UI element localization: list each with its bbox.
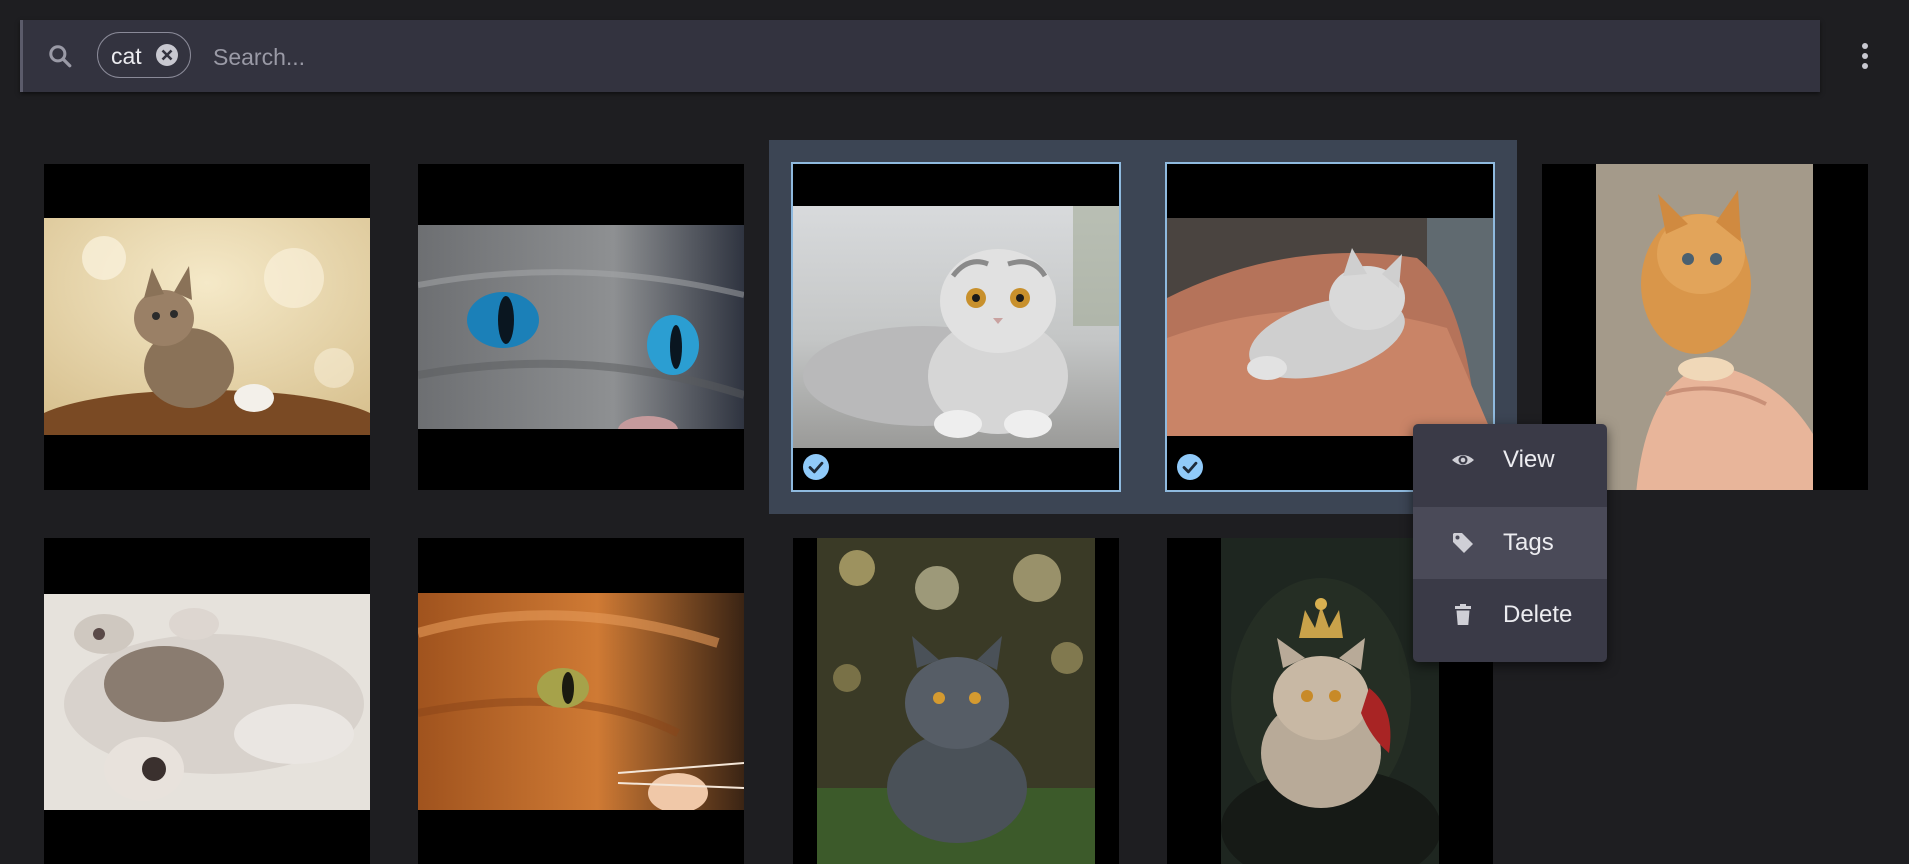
photo-tabby-kitten — [44, 218, 370, 435]
check-circle-icon[interactable] — [1177, 454, 1203, 480]
photo-british-shorthair — [817, 538, 1095, 864]
gallery-tile-8[interactable] — [793, 538, 1119, 864]
gallery-tile-1[interactable] — [44, 164, 370, 490]
chip-label: cat — [111, 43, 142, 69]
photo-orange-kitten-in-hands — [1596, 164, 1813, 490]
gallery-tile-7[interactable] — [418, 538, 744, 864]
more-vertical-icon[interactable] — [1858, 42, 1872, 70]
gallery-tile-3[interactable] — [791, 162, 1121, 492]
photo-blue-eyed-cat — [418, 225, 744, 429]
trash-icon — [1455, 604, 1471, 625]
photo-kittens-on-back — [44, 594, 370, 810]
photo-orange-cat-closeup — [418, 593, 744, 810]
menu-item-label: View — [1503, 446, 1555, 473]
filter-chip-cat[interactable]: cat — [97, 32, 191, 78]
tag-icon — [1453, 533, 1473, 553]
photo-cat-with-crown — [1221, 538, 1439, 864]
menu-item-delete[interactable]: Delete — [1413, 579, 1607, 651]
menu-item-label: Tags — [1503, 529, 1554, 556]
search-bar: cat — [20, 20, 1820, 92]
search-icon[interactable] — [47, 43, 73, 69]
menu-item-label: Delete — [1503, 601, 1573, 628]
eye-icon — [1452, 455, 1474, 465]
context-menu: View Tags Delete — [1413, 424, 1607, 662]
gallery-tile-2[interactable] — [418, 164, 744, 490]
menu-item-tags[interactable]: Tags — [1413, 507, 1607, 579]
search-input[interactable] — [211, 36, 1775, 78]
menu-item-view[interactable]: View — [1413, 424, 1607, 496]
photo-sleeping-kitten — [1167, 218, 1493, 436]
close-circle-icon[interactable] — [155, 43, 179, 67]
gallery-tile-6[interactable] — [44, 538, 370, 864]
check-circle-icon[interactable] — [803, 454, 829, 480]
photo-scottish-fold-kitten — [793, 206, 1119, 448]
